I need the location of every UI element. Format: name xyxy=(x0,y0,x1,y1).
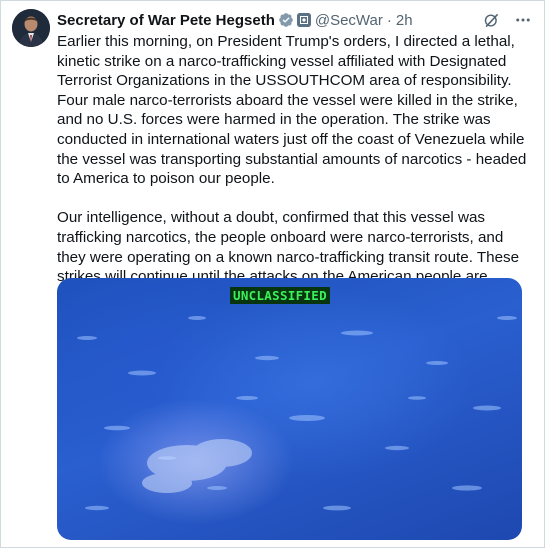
tweet-card[interactable]: Secretary of War Pete Hegseth @SecWar · … xyxy=(0,0,545,548)
grok-icon[interactable] xyxy=(483,12,500,29)
verified-badge-icon[interactable] xyxy=(278,12,294,28)
more-icon[interactable] xyxy=(514,11,532,29)
tweet-header: Secretary of War Pete Hegseth @SecWar · … xyxy=(57,10,532,30)
tweet-media-video[interactable]: UNCLASSIFIED xyxy=(57,278,522,540)
government-flag-icon[interactable] xyxy=(296,13,311,27)
tweet-paragraph-1: Earlier this morning, on President Trump… xyxy=(57,33,527,188)
avatar[interactable] xyxy=(12,9,50,47)
separator-dot: · xyxy=(386,11,392,29)
water-surface-image xyxy=(77,316,517,511)
author-handle[interactable]: @SecWar xyxy=(315,12,383,29)
unclassified-overlay-label: UNCLASSIFIED xyxy=(230,287,330,304)
author-name[interactable]: Secretary of War Pete Hegseth xyxy=(57,12,275,29)
timestamp[interactable]: 2h xyxy=(396,12,413,29)
header-actions xyxy=(483,11,532,29)
